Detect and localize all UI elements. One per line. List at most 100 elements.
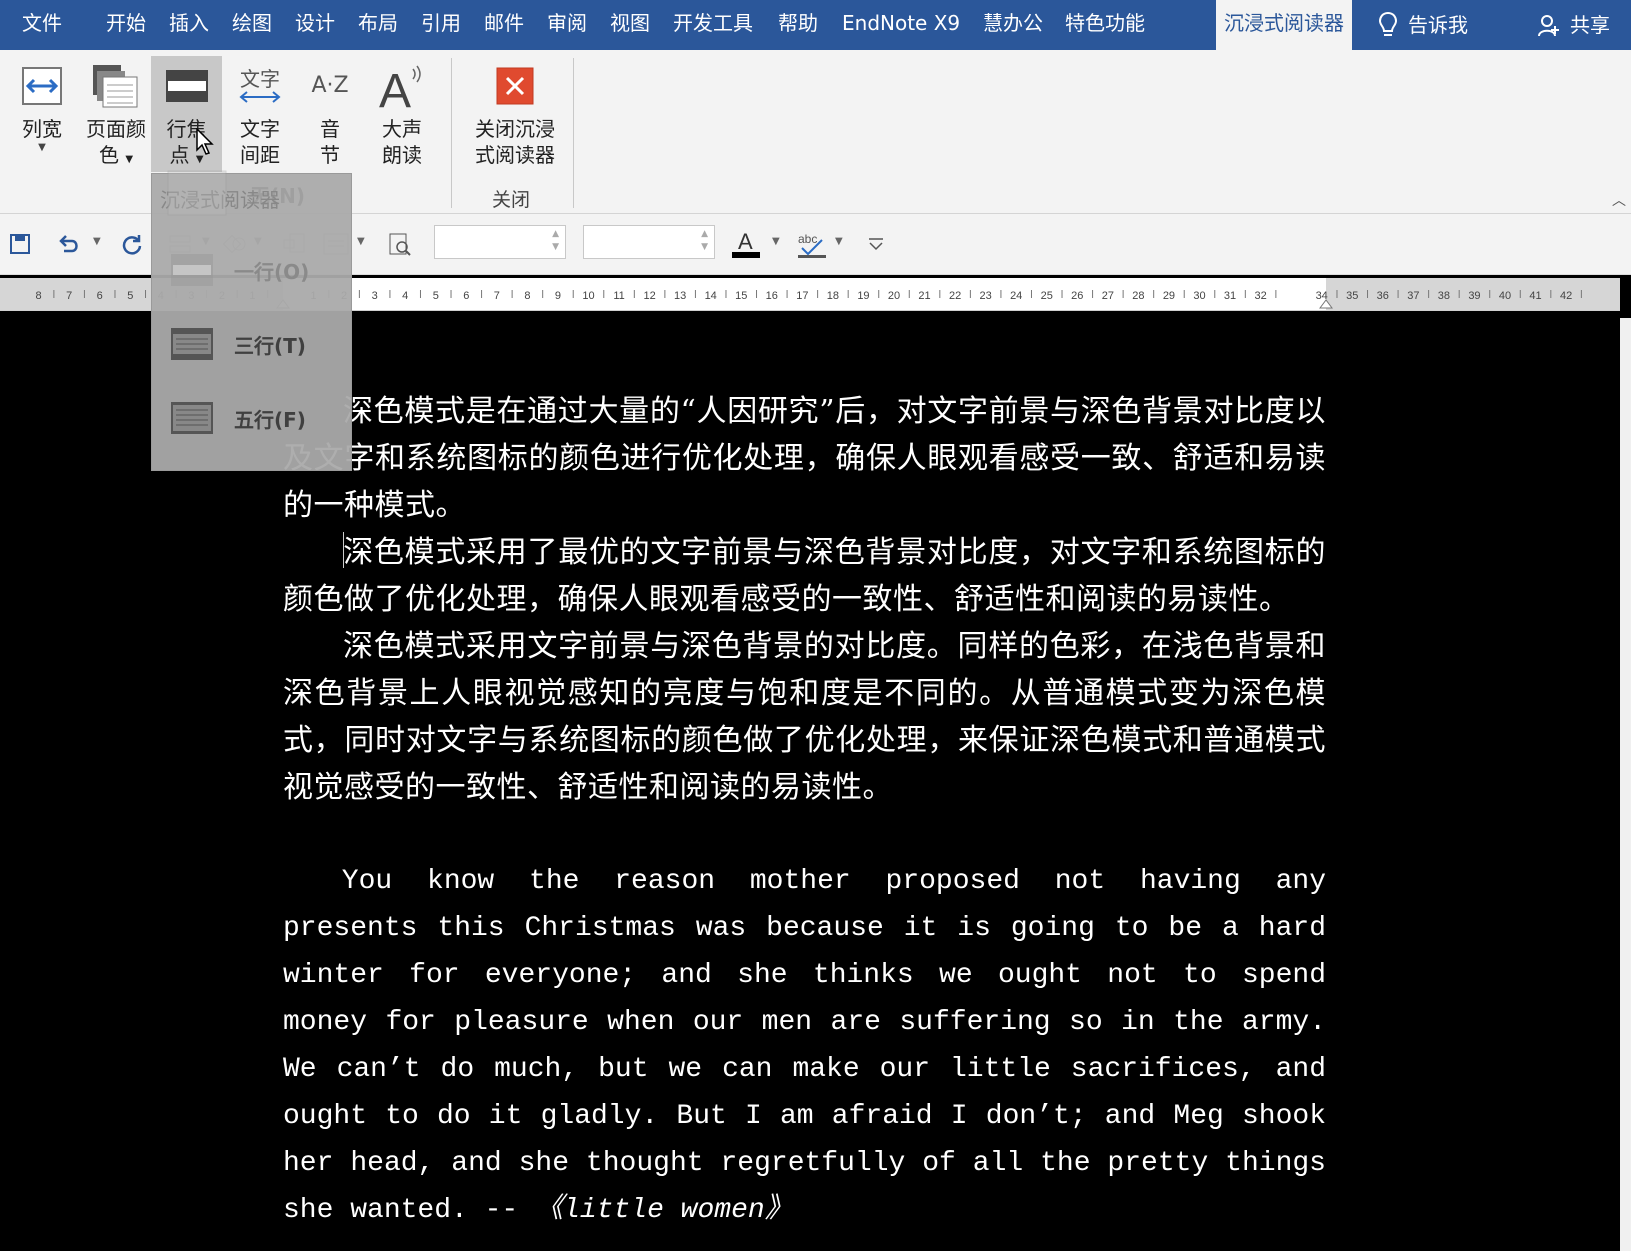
ruler-tick-label: 38 <box>1438 290 1450 302</box>
redo-icon <box>122 235 142 255</box>
ruler-tick-label: 6 <box>463 290 469 302</box>
tab-file[interactable]: 文件 <box>22 0 62 50</box>
tab-endnote[interactable]: EndNote X9 <box>842 0 960 50</box>
text-spacing-button[interactable]: 文字 文字 间距 <box>230 56 290 172</box>
syllables-button[interactable]: A·Z 音 节 <box>300 56 360 172</box>
ruler-tick-label: 19 <box>857 290 869 302</box>
font-color-icon: A <box>732 229 760 258</box>
paragraph-cn-1[interactable]: 深色模式是在通过大量的“人因研究”后，对文字前景与深色背景对比度以及文字和系统图… <box>283 388 1326 529</box>
close-reader-label-1: 关闭沉浸 <box>475 117 555 141</box>
syllables-label-2: 节 <box>320 143 340 167</box>
chevron-down-icon[interactable]: ▼ <box>93 236 101 247</box>
line-focus-five-item[interactable]: 五行(F) <box>170 398 306 438</box>
read-aloud-icon: A <box>379 65 421 111</box>
tab-layout[interactable]: 布局 <box>358 0 398 50</box>
close-immersive-reader-button[interactable]: 关闭沉浸 式阅读器 <box>465 56 565 172</box>
ruler-tick-label: 8 <box>36 290 42 302</box>
chevron-down-icon[interactable]: ▼ <box>835 236 843 247</box>
paragraph-en[interactable]: You know the reason mother proposed not … <box>283 858 1326 1234</box>
tell-me-search[interactable]: 告诉我 <box>1378 0 1468 50</box>
vertical-scrollbar[interactable] <box>1620 318 1631 1251</box>
paragraph-cn-3[interactable]: 深色模式采用文字前景与深色背景的对比度。同样的色彩，在浅色背景和深色背景上人眼视… <box>283 623 1326 811</box>
ruler-tick-label: 24 <box>1010 290 1022 302</box>
undo-button[interactable] <box>54 230 82 258</box>
save-button[interactable] <box>6 230 34 258</box>
paragraph-en-source: 《little women》 <box>535 1195 793 1226</box>
size-spinner-1[interactable]: ▲ ▼ <box>434 225 566 259</box>
spinner-arrows-icon: ▲ ▼ <box>701 229 708 252</box>
syllables-icon: A·Z <box>311 73 349 98</box>
paragraph-cn-2-text: 深色模式采用了最优的文字前景与深色背景对比度，对文字和系统图标的颜色做了优化处理… <box>283 535 1326 617</box>
column-width-label: 列宽 <box>22 117 62 141</box>
ruler-tick-label: 41 <box>1529 290 1541 302</box>
tab-huibangong[interactable]: 慧办公 <box>983 0 1043 50</box>
chevron-down-icon[interactable]: ▼ <box>772 236 780 247</box>
ruler-tick-label: 37 <box>1407 290 1419 302</box>
customize-toolbar-button[interactable] <box>862 230 890 258</box>
tab-help[interactable]: 帮助 <box>778 0 818 50</box>
ruler-tick-label: 25 <box>1041 290 1053 302</box>
tab-mailings[interactable]: 邮件 <box>484 0 524 50</box>
tab-developer[interactable]: 开发工具 <box>673 0 753 50</box>
customize-icon <box>869 238 883 251</box>
page-color-icon <box>93 65 138 108</box>
line-focus-three-item[interactable]: 三行(T) <box>170 324 306 364</box>
ruler-tick-label: 4 <box>402 290 408 302</box>
ruler-tick-label: 3 <box>372 290 378 302</box>
line-focus-label-2: 点 <box>169 143 190 167</box>
line-focus-one-label: 一行(O) <box>234 259 310 284</box>
ruler-tick-label: 12 <box>643 290 655 302</box>
spelling-check-icon: abc <box>798 232 826 258</box>
share-button[interactable]: 共享 <box>1538 0 1610 50</box>
group-label-close: 关闭 <box>492 189 531 211</box>
line-focus-one-item[interactable]: 一行(O) <box>170 250 309 290</box>
ruler-tick-label: 28 <box>1132 290 1144 302</box>
text-spacing-label-2: 间距 <box>240 143 280 167</box>
tab-special-features[interactable]: 特色功能 <box>1065 0 1145 50</box>
collapse-ribbon-icon[interactable]: ︿ <box>1612 190 1626 210</box>
text-spacing-icon <box>239 91 281 103</box>
tab-draw[interactable]: 绘图 <box>232 0 272 50</box>
paragraph-cn-2[interactable]: 深色模式采用了最优的文字前景与深色背景对比度，对文字和系统图标的颜色做了优化处理… <box>283 529 1326 623</box>
lightbulb-icon <box>1378 11 1398 36</box>
five-lines-icon <box>171 402 213 434</box>
read-aloud-button[interactable]: A 大声 朗读 <box>370 56 434 172</box>
spelling-button[interactable]: abc <box>798 230 826 258</box>
print-preview-icon <box>389 233 411 256</box>
tab-design[interactable]: 设计 <box>295 0 335 50</box>
ruler-tick-label: 7 <box>66 290 72 302</box>
line-focus-none-label: 无(N) <box>250 183 306 208</box>
ruler-tick-label: 14 <box>705 290 717 302</box>
ruler-tick-label: 40 <box>1499 290 1511 302</box>
ruler-tick-label: 11 <box>613 290 624 302</box>
group-separator <box>451 58 452 208</box>
tab-review[interactable]: 审阅 <box>547 0 587 50</box>
chevron-down-icon: ▼ <box>125 154 134 165</box>
svg-text:A: A <box>379 65 411 111</box>
font-color-button[interactable]: A <box>732 229 760 258</box>
tab-home[interactable]: 开始 <box>106 0 146 50</box>
ruler-tick-label: 5 <box>127 290 133 302</box>
tab-immersive-reader[interactable]: 沉浸式阅读器 <box>1216 0 1352 50</box>
one-line-icon <box>171 254 213 286</box>
page-color-label-2: 色 <box>98 143 119 167</box>
column-width-button[interactable]: 列宽 ▼ <box>16 56 68 172</box>
page-color-button[interactable]: 页面颜 色 ▼ <box>80 56 152 172</box>
redo-button[interactable] <box>118 230 146 258</box>
ruler-tick-label: 42 <box>1560 290 1572 302</box>
chevron-down-icon: ▼ <box>357 236 365 247</box>
line-focus-none-item[interactable]: 无(N) <box>166 170 306 216</box>
print-preview-button[interactable] <box>386 230 414 258</box>
close-reader-label-2: 式阅读器 <box>475 143 555 167</box>
svg-text:abc: abc <box>798 232 817 246</box>
tab-references[interactable]: 引用 <box>421 0 461 50</box>
undo-icon <box>59 235 78 253</box>
ruler-tick-label: 22 <box>949 290 961 302</box>
size-spinner-2[interactable]: ▲ ▼ <box>583 225 715 259</box>
tab-insert[interactable]: 插入 <box>169 0 209 50</box>
document-body[interactable]: 深色模式是在通过大量的“人因研究”后，对文字前景与深色背景对比度以及文字和系统图… <box>283 388 1326 1234</box>
tab-view[interactable]: 视图 <box>610 0 650 50</box>
line-focus-icon <box>165 70 208 102</box>
ruler-tick-label: 20 <box>888 290 900 302</box>
no-line-focus-icon <box>167 170 227 216</box>
